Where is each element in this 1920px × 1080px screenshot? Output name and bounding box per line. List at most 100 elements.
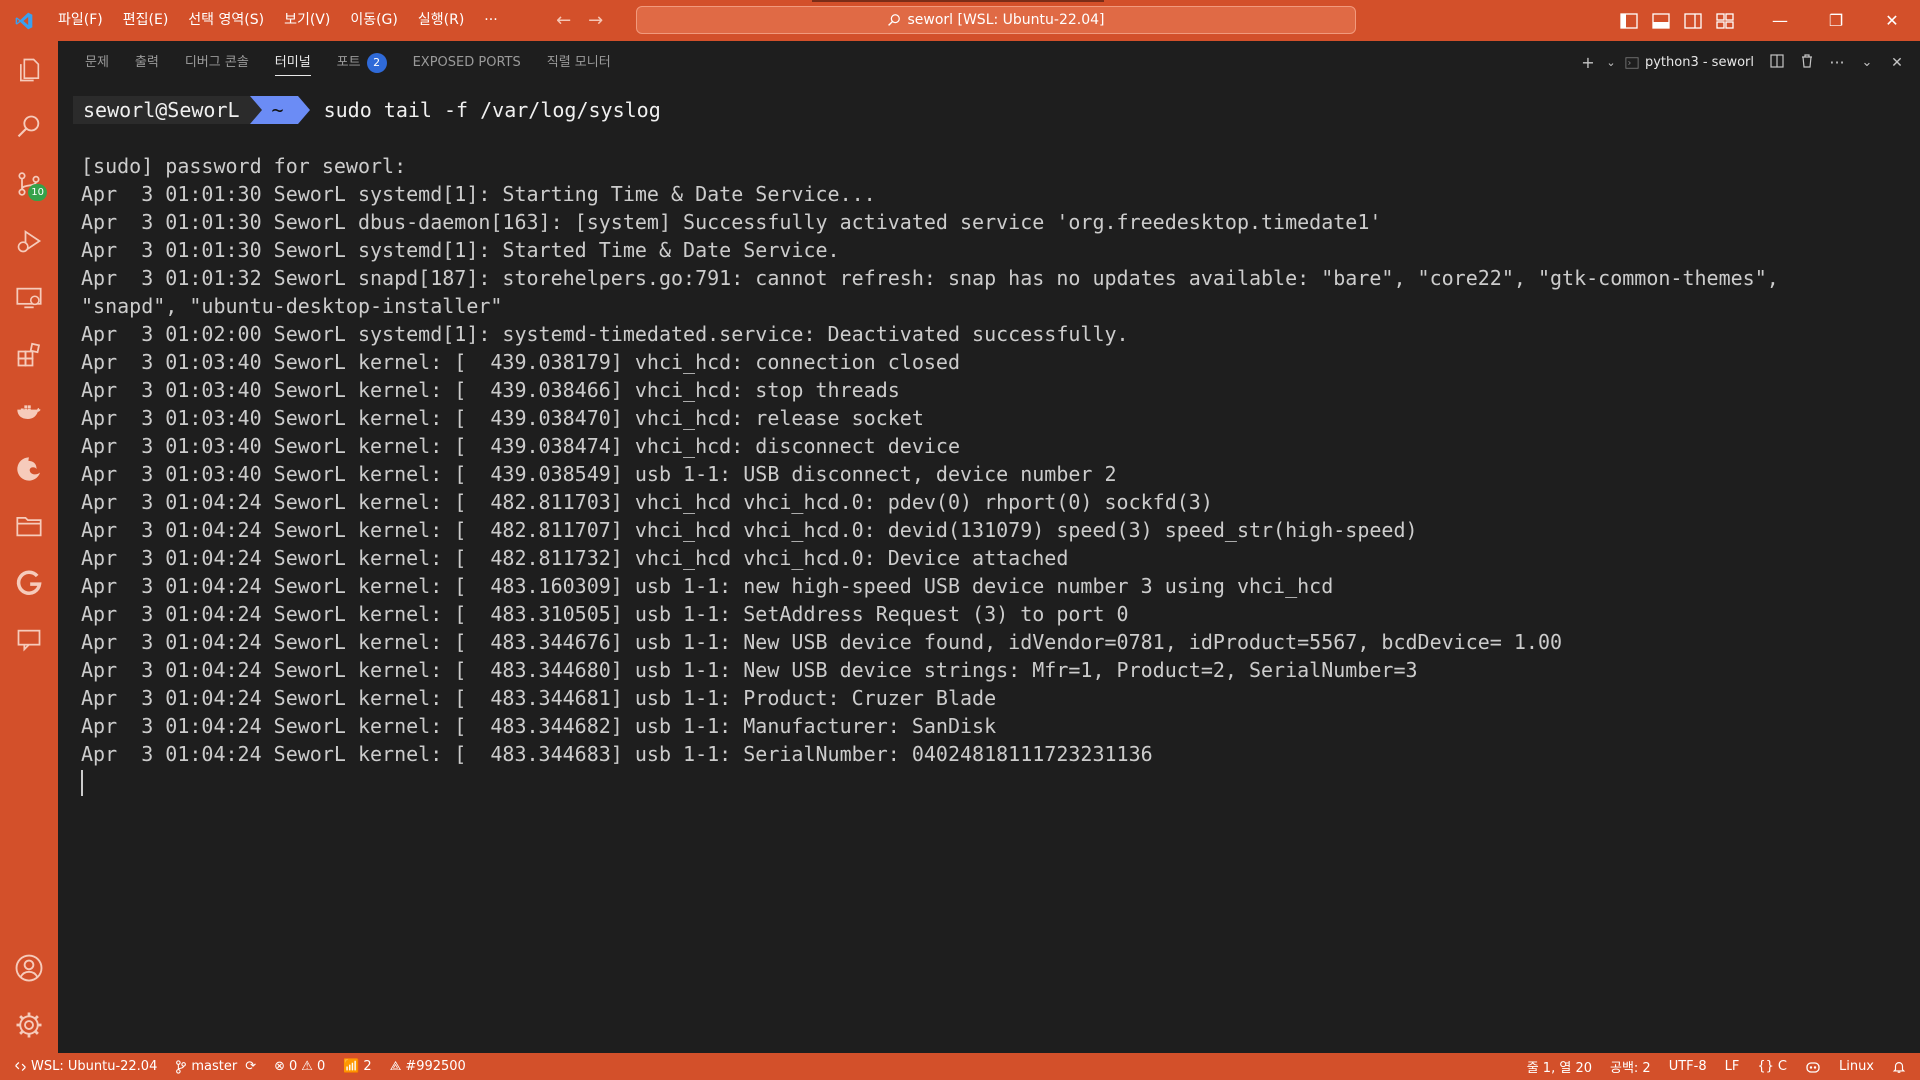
trash-icon[interactable] bbox=[1792, 53, 1822, 73]
status-bar: WSL: Ubuntu-22.04 master ⟳ ⊗ 0 ⚠ 0 📶 2 ⟁… bbox=[0, 1053, 1920, 1080]
menu-edit[interactable]: 편집(E) bbox=[113, 0, 179, 41]
tab-label: 디버그 콘솔 bbox=[184, 55, 249, 70]
ports-indicator[interactable]: 📶 2 bbox=[334, 1053, 380, 1080]
tab-label: 문제 bbox=[85, 55, 109, 70]
problems-indicator[interactable]: ⊗ 0 ⚠ 0 bbox=[265, 1053, 334, 1080]
language-label: C bbox=[1777, 1059, 1787, 1074]
terminal-line: Apr 3 01:01:30 SeworL systemd[1]: Starti… bbox=[81, 182, 876, 206]
warning-icon: ⚠ bbox=[301, 1059, 313, 1074]
split-terminal-icon[interactable] bbox=[1762, 53, 1792, 73]
terminal-line: Apr 3 01:03:40 SeworL kernel: [ 439.0385… bbox=[81, 462, 1117, 486]
terminal-line: Apr 3 01:04:24 SeworL kernel: [ 482.8117… bbox=[81, 518, 1418, 542]
encoding[interactable]: UTF-8 bbox=[1660, 1053, 1716, 1080]
os-indicator[interactable]: Linux bbox=[1830, 1053, 1883, 1080]
restore-icon[interactable]: ❐ bbox=[1808, 11, 1864, 30]
run-debug-icon[interactable] bbox=[0, 212, 58, 269]
toggle-panel-icon[interactable] bbox=[1652, 12, 1670, 29]
terminal-line: Apr 3 01:04:24 SeworL kernel: [ 482.8117… bbox=[81, 546, 1069, 570]
menu-file[interactable]: 파일(F) bbox=[48, 0, 113, 41]
paint-icon: ⟁ bbox=[389, 1059, 402, 1074]
back-arrow-icon[interactable]: ← bbox=[554, 10, 574, 31]
menu-go[interactable]: 이동(G) bbox=[340, 0, 408, 41]
folder-icon[interactable] bbox=[0, 497, 58, 554]
title-bar: 파일(F) 편집(E) 선택 영역(S) 보기(V) 이동(G) 실행(R) ·… bbox=[0, 0, 1920, 41]
panel-header: 문제 출력 디버그 콘솔 터미널 포트 2 EXPOSED PORTS 직렬 모니… bbox=[58, 41, 1920, 84]
terminal-line: Apr 3 01:04:24 SeworL kernel: [ 483.3105… bbox=[81, 602, 1129, 626]
end-of-line[interactable]: LF bbox=[1716, 1053, 1749, 1080]
remote-indicator[interactable]: WSL: Ubuntu-22.04 bbox=[0, 1053, 166, 1080]
gitlens-icon[interactable] bbox=[0, 554, 58, 611]
tab-label: 포트 bbox=[336, 55, 361, 70]
title-bar-controls: — ❐ ✕ bbox=[1620, 0, 1920, 41]
layout-controls bbox=[1620, 12, 1734, 29]
branch-indicator[interactable]: master ⟳ bbox=[166, 1053, 265, 1080]
indentation[interactable]: 공백: 2 bbox=[1601, 1053, 1660, 1080]
tab-problems[interactable]: 문제 bbox=[72, 41, 122, 84]
cursor-position[interactable]: 줄 1, 열 20 bbox=[1518, 1053, 1601, 1080]
navigation-buttons: ← → bbox=[554, 10, 606, 31]
sync-icon[interactable]: ⟳ bbox=[245, 1059, 256, 1074]
more-actions-icon[interactable]: ··· bbox=[1822, 53, 1852, 72]
explorer-icon[interactable] bbox=[0, 41, 58, 98]
terminal-line: Apr 3 01:04:24 SeworL kernel: [ 483.3446… bbox=[81, 658, 1418, 682]
close-panel-icon[interactable]: ✕ bbox=[1882, 55, 1912, 71]
tab-serial-monitor[interactable]: 직렬 모니터 bbox=[534, 41, 624, 84]
error-count: 0 bbox=[289, 1059, 298, 1074]
terminal-line: Apr 3 01:04:24 SeworL kernel: [ 483.1603… bbox=[81, 574, 1334, 598]
prompt-directory: ~ bbox=[249, 96, 310, 124]
menu-bar: 파일(F) 편집(E) 선택 영역(S) 보기(V) 이동(G) 실행(R) ·… bbox=[48, 0, 508, 41]
color-tag-indicator[interactable]: ⟁ #992500 bbox=[381, 1053, 475, 1080]
tab-debug-console[interactable]: 디버그 콘솔 bbox=[172, 41, 262, 84]
account-icon[interactable] bbox=[0, 939, 58, 996]
search-icon[interactable] bbox=[0, 98, 58, 155]
terminal-line: Apr 3 01:03:40 SeworL kernel: [ 439.0384… bbox=[81, 406, 924, 430]
terminal-line: Apr 3 01:04:24 SeworL kernel: [ 483.3446… bbox=[81, 714, 997, 738]
chevron-down-icon[interactable]: ⌄ bbox=[1603, 56, 1619, 69]
terminal-line: Apr 3 01:04:24 SeworL kernel: [ 483.3446… bbox=[81, 686, 997, 710]
menu-run[interactable]: 실행(R) bbox=[408, 0, 474, 41]
settings-gear-icon[interactable] bbox=[0, 996, 58, 1053]
language-mode[interactable]: {} C bbox=[1748, 1053, 1796, 1080]
tab-label: 직렬 모니터 bbox=[546, 55, 611, 70]
forward-arrow-icon[interactable]: → bbox=[586, 10, 606, 31]
minimize-icon[interactable]: — bbox=[1752, 11, 1808, 30]
menu-more[interactable]: ··· bbox=[474, 0, 507, 41]
error-icon: ⊗ bbox=[274, 1059, 286, 1074]
source-control-icon[interactable]: 10 bbox=[0, 155, 58, 212]
menu-selection[interactable]: 선택 영역(S) bbox=[178, 0, 274, 41]
close-window-icon[interactable]: ✕ bbox=[1864, 11, 1920, 30]
terminal-cursor bbox=[81, 770, 83, 796]
docker-icon[interactable] bbox=[0, 383, 58, 440]
tab-terminal[interactable]: 터미널 bbox=[262, 41, 324, 84]
tab-ports[interactable]: 포트 2 bbox=[324, 41, 400, 84]
terminal-line: Apr 3 01:03:40 SeworL kernel: [ 439.0384… bbox=[81, 434, 960, 458]
new-terminal-plus-icon[interactable]: + bbox=[1573, 53, 1603, 72]
git-branch-icon bbox=[176, 1059, 187, 1074]
comments-icon[interactable] bbox=[0, 611, 58, 668]
remote-explorer-icon[interactable] bbox=[0, 269, 58, 326]
toggle-secondary-sidebar-icon[interactable] bbox=[1684, 12, 1702, 29]
search-label: seworl [WSL: Ubuntu-22.04] bbox=[907, 12, 1105, 28]
ports-count-badge: 2 bbox=[366, 52, 387, 73]
braces-icon: {} bbox=[1757, 1059, 1774, 1074]
terminal-line: Apr 3 01:03:40 SeworL kernel: [ 439.0384… bbox=[81, 378, 900, 402]
terminal-view[interactable]: seworl@SeworL ~ sudo tail -f /var/log/sy… bbox=[58, 84, 1920, 1053]
status-bar-right: 줄 1, 열 20 공백: 2 UTF-8 LF {} C Linux bbox=[1518, 1053, 1920, 1080]
terminal-name: python3 - seworl bbox=[1644, 55, 1754, 70]
terminal-selector[interactable]: python3 - seworl bbox=[1625, 55, 1754, 70]
branch-label: master bbox=[191, 1059, 238, 1074]
notifications-bell-icon[interactable] bbox=[1883, 1053, 1920, 1080]
command-center-search[interactable]: seworl [WSL: Ubuntu-22.04] bbox=[636, 6, 1356, 34]
edge-icon[interactable] bbox=[0, 440, 58, 497]
tab-output[interactable]: 출력 bbox=[122, 41, 172, 84]
vscode-logo-icon[interactable] bbox=[0, 0, 48, 41]
tab-exposed-ports[interactable]: EXPOSED PORTS bbox=[400, 41, 534, 84]
terminal-line: Apr 3 01:02:00 SeworL systemd[1]: system… bbox=[81, 322, 1129, 346]
toggle-primary-sidebar-icon[interactable] bbox=[1620, 12, 1638, 29]
menu-view[interactable]: 보기(V) bbox=[274, 0, 340, 41]
customize-layout-icon[interactable] bbox=[1716, 12, 1734, 29]
terminal-line: Apr 3 01:04:24 SeworL kernel: [ 483.3446… bbox=[81, 630, 1563, 654]
extensions-icon[interactable] bbox=[0, 326, 58, 383]
maximize-panel-chevron-icon[interactable]: ⌄ bbox=[1852, 55, 1882, 70]
copilot-icon[interactable] bbox=[1796, 1053, 1830, 1080]
